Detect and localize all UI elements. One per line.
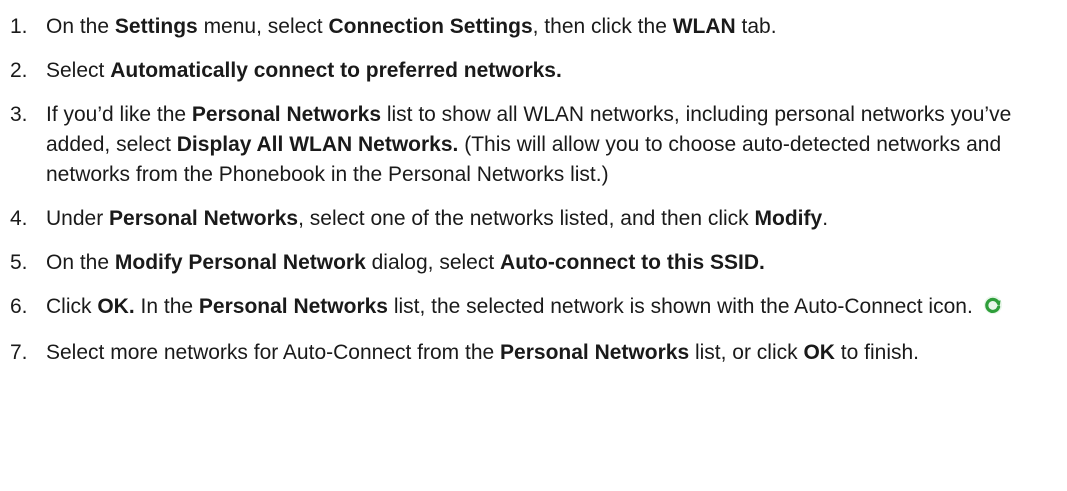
step-item: 4. Under Personal Networks, select one of… bbox=[0, 204, 1067, 234]
step-text-run: Click bbox=[46, 295, 98, 318]
step-text-run: list, or click bbox=[689, 341, 804, 364]
auto-connect-icon bbox=[983, 294, 1003, 324]
bold-ui-term: Auto-connect to this SSID. bbox=[500, 251, 765, 274]
step-text-run: list, the selected network is shown with… bbox=[387, 295, 973, 318]
step-item: 7. Select more networks for Auto-Connect … bbox=[0, 338, 1067, 368]
step-text-run: If you’d like the bbox=[46, 103, 192, 126]
bold-ui-term: Personal Networks bbox=[500, 341, 690, 364]
step-number: 1. bbox=[10, 15, 28, 38]
step-text-run: to finish. bbox=[834, 341, 920, 364]
step-text-run: Under bbox=[46, 207, 110, 230]
bold-ui-term: OK bbox=[803, 341, 835, 364]
step-number: 4. bbox=[10, 207, 28, 230]
step-text-run: menu, select bbox=[197, 15, 329, 38]
step-text-run: On the bbox=[46, 251, 115, 274]
bold-ui-term: Connection Settings bbox=[328, 15, 533, 38]
bold-ui-term: WLAN bbox=[672, 15, 736, 38]
bold-ui-term: Display All WLAN Networks. bbox=[176, 133, 459, 156]
bold-ui-term: Personal Networks bbox=[198, 295, 388, 318]
bold-ui-term: Modify bbox=[754, 207, 823, 230]
step-number: 7. bbox=[10, 341, 28, 364]
step-text: Under Personal Networks, select one of t… bbox=[46, 204, 1047, 234]
step-item: 5. On the Modify Personal Network dialog,… bbox=[0, 248, 1067, 278]
step-item: 2. Select Automatically connect to prefer… bbox=[0, 56, 1067, 86]
bold-ui-term: Modify Personal Network bbox=[114, 251, 366, 274]
step-text-run: . bbox=[822, 207, 829, 230]
step-text-run: On the bbox=[46, 15, 115, 38]
bold-ui-term: Personal Networks bbox=[191, 103, 381, 126]
step-text: Click OK. In the Personal Networks list,… bbox=[46, 292, 1047, 324]
step-text: Select more networks for Auto-Connect fr… bbox=[46, 338, 1047, 368]
step-number: 5. bbox=[10, 251, 28, 274]
step-text-run: Select more networks for Auto-Connect fr… bbox=[46, 341, 501, 364]
step-item: 1. On the Settings menu, select Connectio… bbox=[0, 12, 1067, 42]
step-text: If you’d like the Personal Networks list… bbox=[46, 100, 1047, 190]
step-text: On the Modify Personal Network dialog, s… bbox=[46, 248, 1047, 278]
bold-ui-term: OK. bbox=[97, 295, 135, 318]
bold-ui-term: Automatically connect to preferred netwo… bbox=[110, 59, 562, 82]
step-text: On the Settings menu, select Connection … bbox=[46, 12, 1047, 42]
step-item: 3. If you’d like the Personal Networks li… bbox=[0, 100, 1067, 190]
step-text-run: dialog, select bbox=[365, 251, 501, 274]
step-number: 2. bbox=[10, 59, 28, 82]
step-text-run: In the bbox=[134, 295, 199, 318]
step-text-run: , then click the bbox=[532, 15, 673, 38]
bold-ui-term: Personal Networks bbox=[109, 207, 299, 230]
step-number: 6. bbox=[10, 295, 28, 318]
step-number: 3. bbox=[10, 103, 28, 126]
step-item: 6. Click OK. In the Personal Networks lis… bbox=[0, 292, 1067, 324]
step-text-run: , select one of the networks listed, and… bbox=[298, 207, 755, 230]
step-text-run: Select bbox=[46, 59, 111, 82]
step-text-run: tab. bbox=[735, 15, 777, 38]
instruction-steps-list: 1. On the Settings menu, select Connectio… bbox=[0, 0, 1067, 368]
bold-ui-term: Settings bbox=[114, 15, 198, 38]
step-text: Select Automatically connect to preferre… bbox=[46, 56, 1047, 86]
